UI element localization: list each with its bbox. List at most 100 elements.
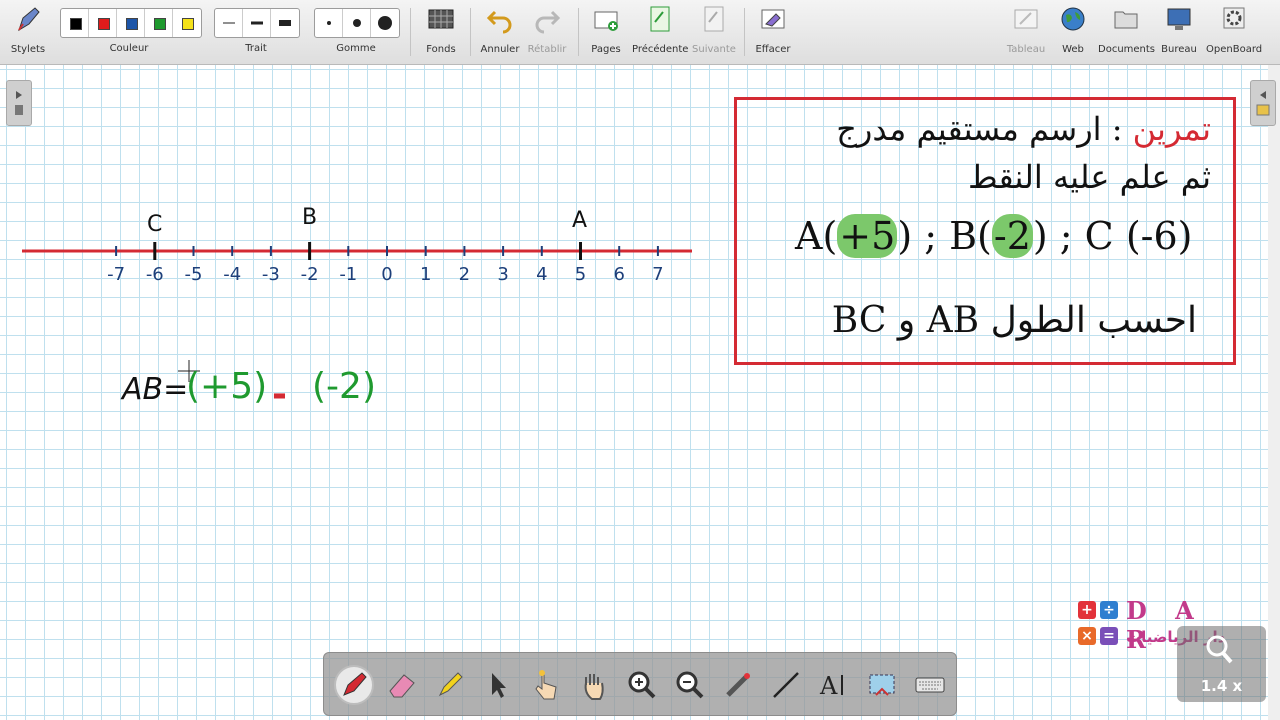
highlighter-icon <box>438 672 463 697</box>
select-tool[interactable] <box>478 665 518 705</box>
logo-plus-tile: + <box>1078 601 1096 619</box>
pen-icon <box>343 672 367 696</box>
pages-label: Pages <box>591 44 621 55</box>
toolbar-divider <box>470 8 471 56</box>
globe-icon <box>1056 4 1090 34</box>
precedente-button[interactable]: Précédente <box>632 4 688 60</box>
eraser-small[interactable] <box>315 9 343 37</box>
retablir-label: Rétablir <box>527 44 567 55</box>
grab-hand-icon <box>584 674 604 700</box>
highlighter-tool[interactable] <box>430 665 470 705</box>
tick-label: -1 <box>339 264 358 285</box>
zoom-out-tool[interactable] <box>670 665 710 705</box>
toolbar-divider <box>410 8 411 56</box>
web-button[interactable]: Web <box>1056 4 1090 60</box>
gomme-label: Gomme <box>336 43 376 54</box>
hand-tool[interactable] <box>574 665 614 705</box>
exercise-points-line: A(+5) ; B(-2) ; C (-6) <box>795 214 1193 258</box>
point-c-label: C <box>147 212 163 237</box>
line-thick[interactable] <box>271 9 299 37</box>
fonds-tool[interactable]: Fonds <box>420 4 462 60</box>
effacer-button[interactable]: Effacer <box>754 4 792 60</box>
left-panel-toggle[interactable] <box>6 80 32 126</box>
tick-label: -7 <box>107 264 126 285</box>
point-a-value: +5 <box>837 214 898 258</box>
eraser-medium[interactable] <box>343 9 371 37</box>
svg-text:A: A <box>819 672 838 700</box>
stylets-label: Stylets <box>10 44 46 55</box>
color-yellow[interactable] <box>173 9 201 37</box>
keyboard-icon <box>915 677 945 693</box>
openboard-button[interactable]: OpenBoard <box>1206 4 1262 60</box>
eraser-tool[interactable] <box>382 665 422 705</box>
line-thin[interactable] <box>215 9 243 37</box>
tick-label: -2 <box>300 264 319 285</box>
previous-page-icon <box>632 4 688 34</box>
retablir-button[interactable]: Rétablir <box>526 4 568 60</box>
line-icon <box>773 672 799 698</box>
tick-label: 0 <box>381 264 393 285</box>
color-black[interactable] <box>61 9 89 37</box>
pen-tool[interactable] <box>334 665 374 705</box>
pages-button[interactable]: Pages <box>588 4 624 60</box>
undo-icon <box>480 4 520 34</box>
stylus-icon <box>8 4 48 34</box>
folder-icon <box>1098 4 1154 34</box>
right-panel-toggle[interactable] <box>1250 80 1276 126</box>
suivante-button[interactable]: Suivante <box>692 4 736 60</box>
point-b-value: -2 <box>991 214 1033 258</box>
term-minus-two: (-2) <box>312 366 376 407</box>
tick-label: 7 <box>652 264 664 285</box>
tick-label: 6 <box>613 264 625 285</box>
capture-tool[interactable] <box>862 665 902 705</box>
stylets-tool[interactable]: Stylets <box>8 4 48 60</box>
tableau-button[interactable]: Tableau <box>1006 4 1046 60</box>
virtual-keyboard-tool[interactable] <box>910 665 950 705</box>
point-a-prefix: A( <box>795 214 838 258</box>
minus-sign: - <box>272 374 287 415</box>
zoom-level: 1.4 x <box>1200 677 1243 695</box>
precedente-label: Précédente <box>632 44 689 55</box>
annuler-button[interactable]: Annuler <box>480 4 520 60</box>
laser-pointer-tool[interactable] <box>718 665 758 705</box>
exercise-box: تمرين : ارسم مستقيم مدرج ثم علم عليه الن… <box>734 97 1236 365</box>
top-toolbar: Stylets Couleur Trait Gomme Fonds Annule… <box>0 0 1280 65</box>
text-tool[interactable]: A <box>814 665 854 705</box>
tick-label: 2 <box>458 264 471 285</box>
laser-pointer-icon <box>726 673 750 697</box>
tableau-label: Tableau <box>1006 44 1046 55</box>
line-tool[interactable] <box>766 665 806 705</box>
interact-tool[interactable] <box>526 665 566 705</box>
zoom-out-icon <box>676 671 704 699</box>
color-red[interactable] <box>89 9 117 37</box>
right-edge-scrollbar[interactable] <box>1268 65 1280 720</box>
bottom-toolbar: A <box>323 652 957 716</box>
line-medium[interactable] <box>243 9 271 37</box>
eraser-large[interactable] <box>371 9 399 37</box>
desktop-icon <box>1160 4 1198 34</box>
pointing-hand-icon <box>535 670 557 700</box>
magnifier-icon <box>1206 635 1233 664</box>
zoom-in-tool[interactable] <box>622 665 662 705</box>
clear-board-icon <box>754 4 792 34</box>
tick-label: -5 <box>184 264 203 285</box>
tick-label: -4 <box>223 264 242 285</box>
logo-equals-tile: = <box>1100 627 1118 645</box>
documents-label: Documents <box>1098 44 1156 55</box>
text-icon: A <box>819 672 843 700</box>
color-blue[interactable] <box>117 9 145 37</box>
color-green[interactable] <box>145 9 173 37</box>
arrow-cursor-icon <box>492 673 506 698</box>
number-line-drawing <box>22 242 692 260</box>
documents-button[interactable]: Documents <box>1098 4 1156 60</box>
next-page-icon <box>692 4 736 34</box>
number-line: -7 -6 -5 -4 -3 -2 -1 0 1 2 3 4 5 6 7 C B A <box>0 200 700 300</box>
settings-gear-icon <box>1206 4 1262 34</box>
logo-divide-tile: ÷ <box>1100 601 1118 619</box>
term-plus-five: (+5) <box>186 366 268 407</box>
annuler-label: Annuler <box>480 44 520 55</box>
exercise-title: تمرين <box>1132 110 1211 148</box>
background-grid-icon <box>420 4 462 34</box>
bureau-button[interactable]: Bureau <box>1160 4 1198 60</box>
zoom-panel[interactable]: 1.4 x <box>1177 626 1266 702</box>
